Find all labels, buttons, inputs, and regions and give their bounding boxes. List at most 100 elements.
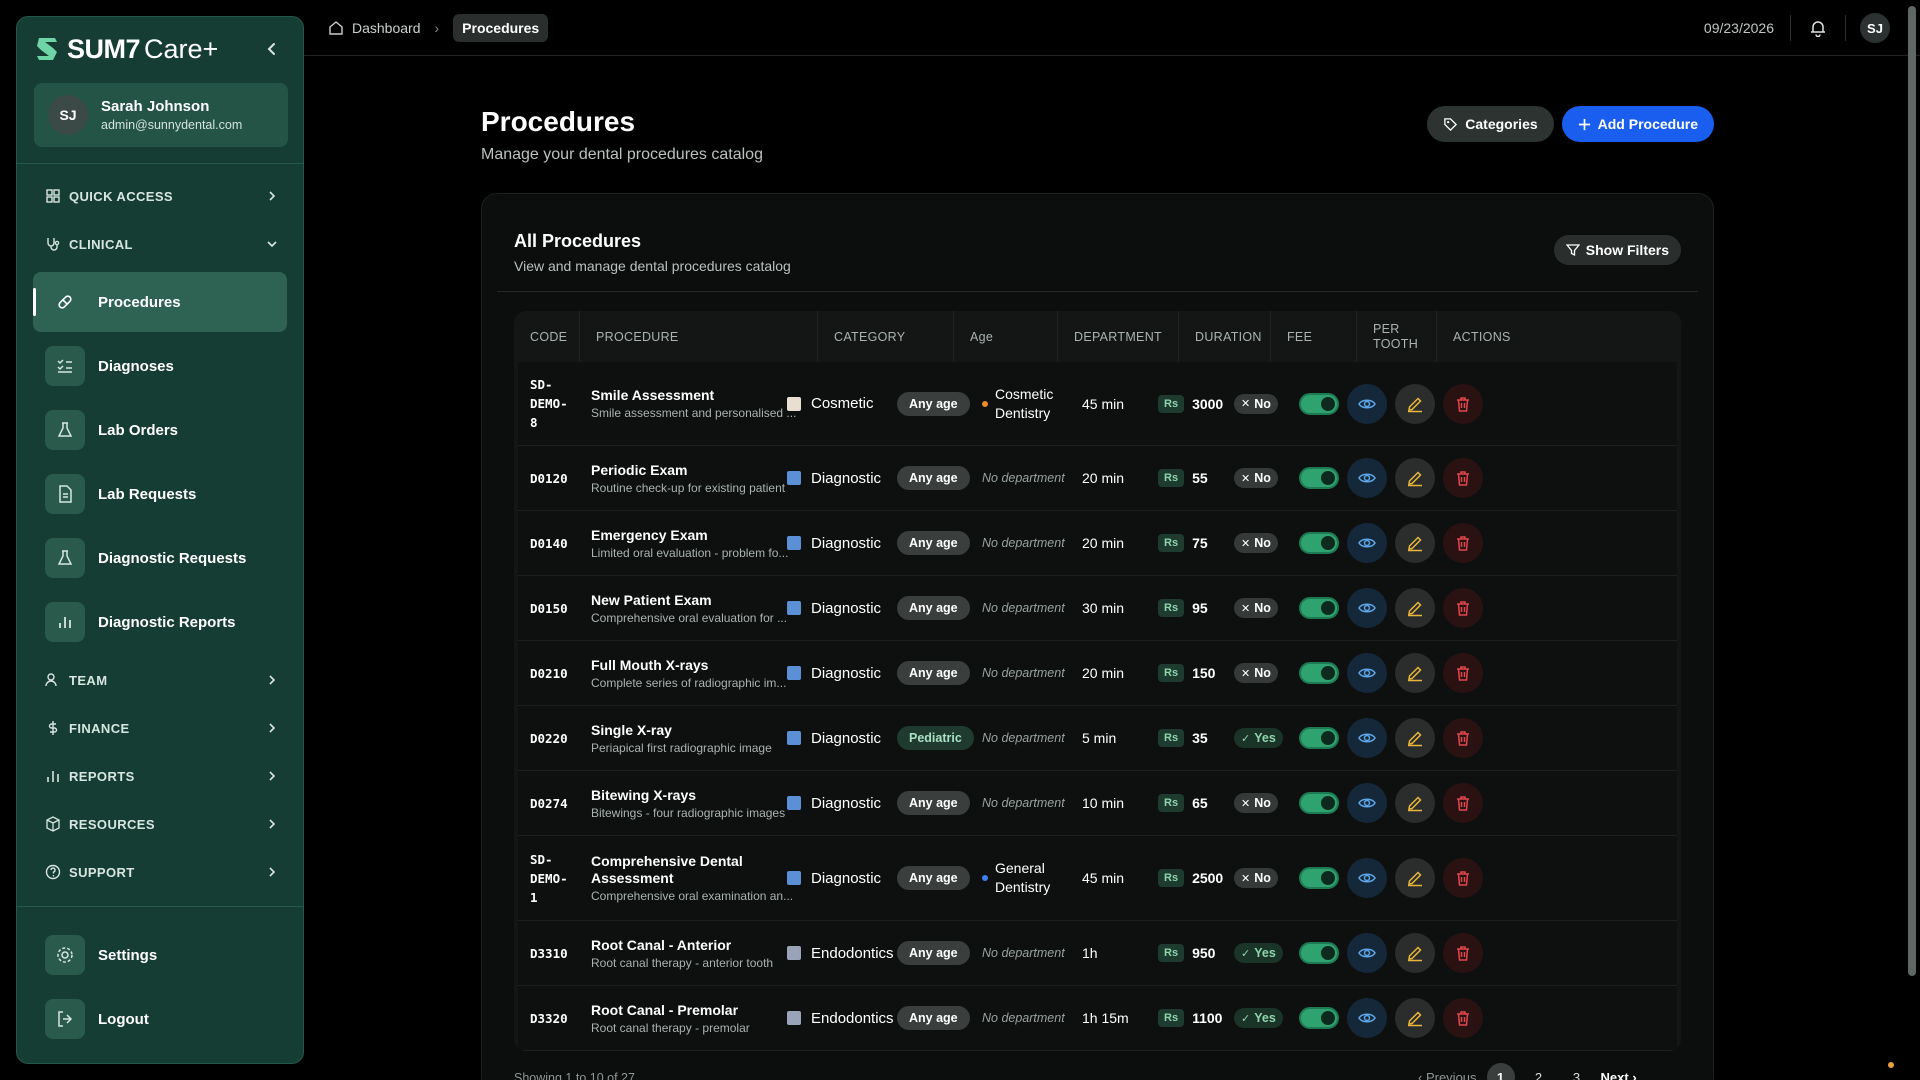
active-toggle[interactable] [1299,942,1339,964]
table-row[interactable]: D3320 Root Canal - Premolar Root canal t… [518,986,1677,1051]
procedure-name[interactable]: Smile Assessment [591,387,714,404]
section-team[interactable]: TEAM [17,656,303,704]
th-code[interactable]: CODE [514,311,579,362]
th-fee[interactable]: FEE [1270,311,1356,362]
view-button[interactable] [1347,653,1387,693]
view-button[interactable] [1347,783,1387,823]
procedure-name[interactable]: New Patient Exam [591,592,712,609]
table-row[interactable]: D0220 Single X-ray Periapical first radi… [518,706,1677,771]
procedure-name[interactable]: Comprehensive Dental Assessment [591,853,743,887]
page-1-button[interactable]: 1 [1486,1063,1515,1080]
procedure-name[interactable]: Periodic Exam [591,462,688,479]
categories-button[interactable]: Categories [1427,106,1554,142]
view-button[interactable] [1347,523,1387,563]
view-button[interactable] [1347,718,1387,758]
edit-button[interactable] [1395,523,1435,563]
th-duration[interactable]: DURATION [1178,311,1270,362]
section-resources[interactable]: RESOURCES [17,800,303,848]
notifications-button[interactable] [1801,19,1835,37]
show-filters-button[interactable]: Show Filters [1553,235,1681,265]
delete-button[interactable] [1443,783,1483,823]
view-button[interactable] [1347,588,1387,628]
active-toggle[interactable] [1299,662,1339,684]
procedure-name[interactable]: Emergency Exam [591,527,708,544]
sidebar-item-logout[interactable]: Logout [33,989,287,1049]
section-reports[interactable]: REPORTS [17,752,303,800]
procedure-name[interactable]: Bitewing X-rays [591,787,696,804]
section-finance[interactable]: FINANCE [17,704,303,752]
active-toggle[interactable] [1299,792,1339,814]
section-label: QUICK ACCESS [69,188,173,204]
section-support[interactable]: SUPPORT [17,848,303,896]
edit-button[interactable] [1395,458,1435,498]
delete-button[interactable] [1443,933,1483,973]
delete-button[interactable] [1443,998,1483,1038]
edit-button[interactable] [1395,383,1435,424]
collapse-sidebar-button[interactable] [259,36,285,62]
view-button[interactable] [1347,458,1387,498]
active-toggle[interactable] [1299,727,1339,749]
section-quick-access[interactable]: QUICK ACCESS [17,172,303,220]
delete-button[interactable] [1443,523,1483,563]
table-row[interactable]: SD- DEMO- 1 Comprehensive Dental Assessm… [518,836,1677,921]
th-department[interactable]: DEPARTMENT [1057,311,1178,362]
section-clinical[interactable]: CLINICAL [17,220,303,268]
active-toggle[interactable] [1299,532,1339,554]
delete-button[interactable] [1443,653,1483,693]
delete-button[interactable] [1443,458,1483,498]
table-row[interactable]: D0274 Bitewing X-rays Bitewings - four r… [518,771,1677,836]
delete-button[interactable] [1443,588,1483,628]
active-toggle[interactable] [1299,392,1339,415]
next-page-button[interactable]: Next › [1601,1070,1637,1080]
breadcrumb-dashboard[interactable]: Dashboard [352,20,421,36]
procedure-name[interactable]: Single X-ray [591,722,672,739]
previous-page-button[interactable]: ‹ Previous [1418,1070,1477,1080]
sidebar-item-diagnostic-requests[interactable]: Diagnostic Requests [33,528,287,588]
sidebar-item-diagnostic-reports[interactable]: Diagnostic Reports [33,592,287,652]
user-card[interactable]: SJ Sarah Johnson admin@sunnydental.com [34,83,288,147]
view-button[interactable] [1347,933,1387,973]
procedure-name[interactable]: Root Canal - Anterior [591,937,731,954]
add-procedure-button[interactable]: Add Procedure [1561,106,1714,142]
view-button[interactable] [1347,858,1387,898]
delete-button[interactable] [1443,858,1483,898]
view-button[interactable] [1347,383,1387,424]
active-toggle[interactable] [1299,867,1339,889]
page-scrollbar[interactable] [1908,6,1916,976]
edit-button[interactable] [1395,998,1435,1038]
table-row[interactable]: D0210 Full Mouth X-rays Complete series … [518,641,1677,706]
page-2-button[interactable]: 2 [1525,1063,1553,1080]
view-button[interactable] [1347,998,1387,1038]
sidebar-item-diagnoses[interactable]: Diagnoses [33,336,287,396]
edit-button[interactable] [1395,858,1435,898]
sidebar-item-settings[interactable]: Settings [33,925,287,985]
delete-button[interactable] [1443,383,1483,424]
th-per-tooth[interactable]: PER TOOTH [1356,311,1436,362]
table-row[interactable]: D0150 New Patient Exam Comprehensive ora… [518,576,1677,641]
edit-button[interactable] [1395,933,1435,973]
page-3-button[interactable]: 3 [1563,1063,1591,1080]
procedure-name[interactable]: Root Canal - Premolar [591,1002,738,1019]
procedure-name[interactable]: Full Mouth X-rays [591,657,708,674]
table-row[interactable]: SD- DEMO- 8 Smile Assessment Smile asses… [518,362,1677,446]
th-category[interactable]: CATEGORY [817,311,953,362]
active-toggle[interactable] [1299,1007,1339,1029]
procedure-code: D0120 [530,470,568,486]
edit-button[interactable] [1395,588,1435,628]
edit-button[interactable] [1395,718,1435,758]
breadcrumb-current: Procedures [453,13,549,42]
active-toggle[interactable] [1299,597,1339,619]
sidebar-item-lab-orders[interactable]: Lab Orders [33,400,287,460]
th-age[interactable]: Age [953,311,1057,362]
sidebar-item-procedures[interactable]: Procedures [33,272,287,332]
table-row[interactable]: D3310 Root Canal - Anterior Root canal t… [518,921,1677,986]
edit-button[interactable] [1395,783,1435,823]
delete-button[interactable] [1443,718,1483,758]
user-avatar-button[interactable]: SJ [1860,13,1890,43]
active-toggle[interactable] [1299,467,1339,489]
th-procedure[interactable]: PROCEDURE [579,311,817,362]
sidebar-item-lab-requests[interactable]: Lab Requests [33,464,287,524]
table-row[interactable]: D0120 Periodic Exam Routine check-up for… [518,446,1677,511]
edit-button[interactable] [1395,653,1435,693]
table-row[interactable]: D0140 Emergency Exam Limited oral evalua… [518,511,1677,576]
